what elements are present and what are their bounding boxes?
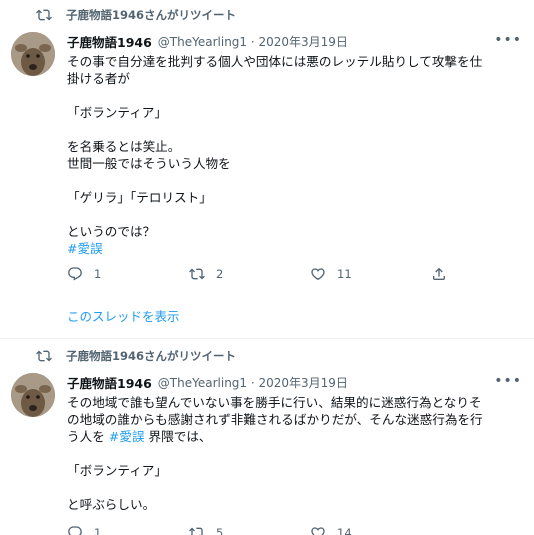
text-line: 「ボランティア」 [67,105,167,120]
retweet-icon [189,268,205,280]
tweet-2[interactable]: 子鹿物語1946さんがリツイート 子鹿物語1946 @TheYearling1 … [0,339,534,535]
heart-icon [311,268,325,281]
tweet-text: その事で自分達を批判する個人や団体には悪のレッテル貼りして攻撃を仕 掛ける者が … [67,53,523,257]
reply-icon [68,526,82,535]
reply-icon [68,267,82,281]
author-handle-date[interactable]: @TheYearling1 · 2020年3月19日 [158,374,348,391]
show-thread-link[interactable]: このスレッドを表示 [67,306,180,325]
avatar[interactable] [11,373,55,417]
retweet-icon [36,350,52,362]
text-line [67,445,523,462]
heart-icon [311,527,325,535]
author-name[interactable]: 子鹿物語1946 [67,373,152,392]
tweet-header: 子鹿物語1946 @TheYearling1 · 2020年3月19日 ••• [67,373,522,391]
retweet-count: 5 [216,526,224,535]
tweet-1[interactable]: 子鹿物語1946さんがリツイート 子鹿物語1946 @TheYearling1 … [0,0,534,340]
text-line: 「ボランティア」 [67,463,167,478]
reply-button[interactable]: 1 [67,525,101,535]
reply-button[interactable]: 1 [67,266,101,282]
tweet-text: その地域で誰も望んでいない事を勝手に行い、結果的に迷惑行為となりそ の地域の誰か… [67,394,523,513]
text-fragment: 界隈では、 [144,429,212,444]
text-line: 世間一般ではそういう人物を [67,156,231,171]
tweet-header: 子鹿物語1946 @TheYearling1 · 2020年3月19日 ••• [67,32,522,50]
text-line [67,479,523,496]
like-count: 11 [337,267,352,281]
text-line: と呼ぶらしい。 [67,497,156,512]
more-options-icon[interactable]: ••• [494,32,522,48]
text-line: その事で自分達を批判する個人や団体には悪のレッテル貼りして攻撃を仕 [67,54,483,69]
like-button[interactable]: 14 [310,525,352,535]
deer-avatar-icon [11,373,55,417]
retweet-button[interactable]: 5 [189,525,223,535]
text-line: う人を #愛誤 界隈では、 [67,428,523,445]
retweet-count: 2 [216,267,224,281]
avatar[interactable] [11,32,55,76]
text-line: というのでは？ [67,224,156,239]
reply-count: 1 [94,267,102,281]
retweet-context: 子鹿物語1946さんがリツイート [36,347,236,365]
author-handle-date[interactable]: @TheYearling1 · 2020年3月19日 [158,33,348,50]
text-line [67,172,523,189]
reply-count: 1 [94,526,102,535]
share-icon [433,267,445,280]
deer-avatar-icon [11,32,55,76]
retweet-label[interactable]: 子鹿物語1946さんがリツイート [66,7,236,23]
hashtag-link[interactable]: #愛誤 [67,241,103,256]
text-line: 掛ける者が [67,71,130,86]
more-options-icon[interactable]: ••• [494,373,522,389]
author-name[interactable]: 子鹿物語1946 [67,32,152,51]
text-line [67,121,523,138]
like-count: 14 [337,526,352,535]
retweet-context: 子鹿物語1946さんがリツイート [36,6,236,24]
text-line: 「ゲリラ」「テロリスト」 [67,190,212,205]
text-line: を名乗るとは笑止。 [67,139,181,154]
retweet-icon [36,9,52,21]
retweet-label[interactable]: 子鹿物語1946さんがリツイート [66,348,236,364]
like-button[interactable]: 11 [310,266,352,282]
text-line: その地域で誰も望んでいない事を勝手に行い、結果的に迷惑行為となりそ [67,395,482,410]
text-fragment: う人を [67,429,109,444]
text-line [67,87,523,104]
hashtag-link[interactable]: #愛誤 [109,429,145,444]
retweet-icon [189,527,205,535]
text-line: の地域の誰からも感謝されず非難されるばかりだが、そんな迷惑行為を行 [67,412,483,427]
text-line [67,206,523,223]
retweet-button[interactable]: 2 [189,266,223,282]
share-button[interactable] [431,266,458,282]
